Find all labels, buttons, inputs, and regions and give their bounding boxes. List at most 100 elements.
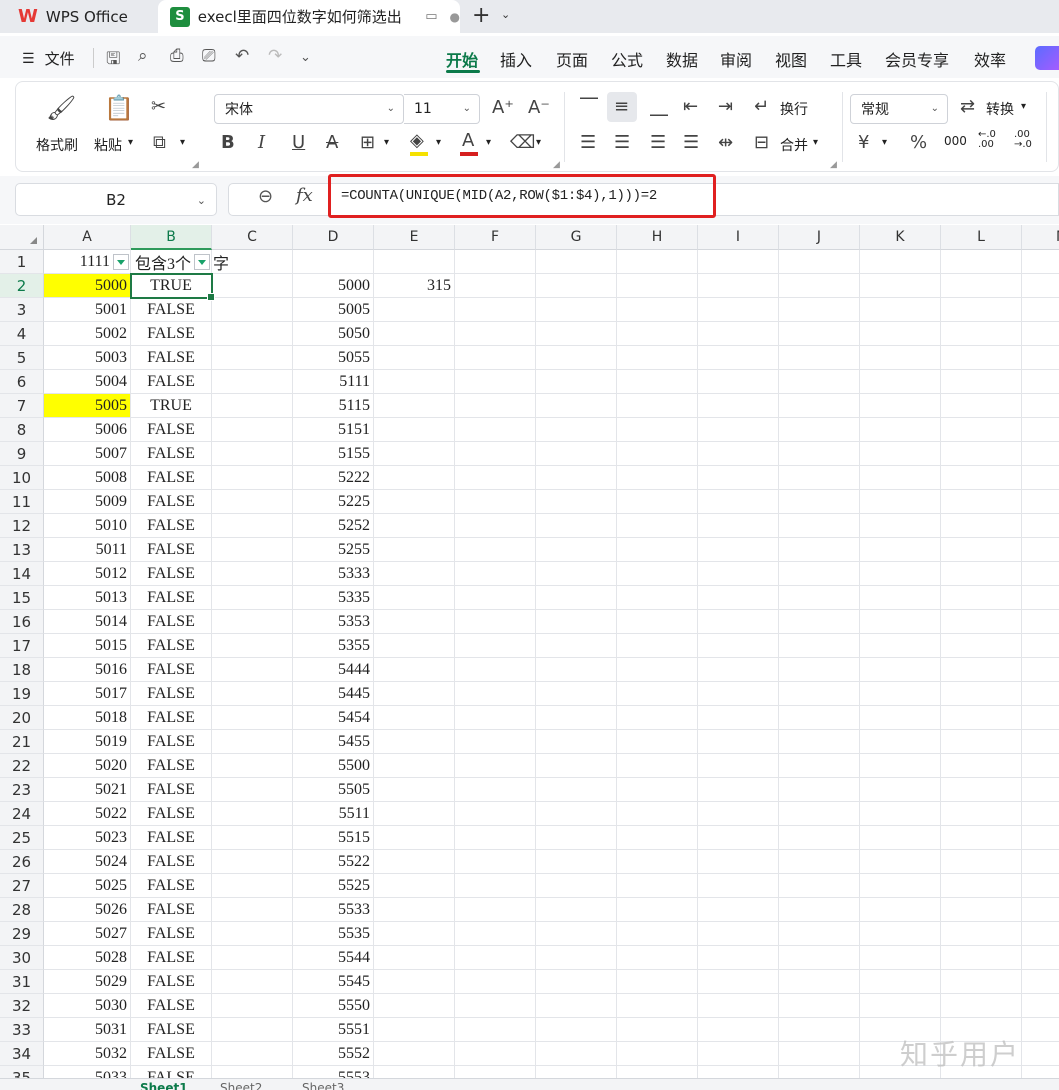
cell-d9[interactable]: 5155: [293, 442, 374, 466]
cell-i32[interactable]: [698, 994, 779, 1018]
cell-g12[interactable]: [536, 514, 617, 538]
clear-format-icon[interactable]: ⌫: [510, 132, 535, 153]
cell-l29[interactable]: [941, 922, 1022, 946]
print-icon[interactable]: ⎙: [170, 46, 184, 66]
cell-m15[interactable]: [1022, 586, 1059, 610]
cell-b24[interactable]: FALSE: [131, 802, 212, 826]
cell-i21[interactable]: [698, 730, 779, 754]
cell-a14[interactable]: 5012: [44, 562, 131, 586]
italic-icon[interactable]: I: [258, 132, 265, 153]
cell-f18[interactable]: [455, 658, 536, 682]
decrease-indent-icon[interactable]: ⇤: [683, 96, 698, 117]
cell-h7[interactable]: [617, 394, 698, 418]
cell-e4[interactable]: [374, 322, 455, 346]
cell-h3[interactable]: [617, 298, 698, 322]
cell-c14[interactable]: [212, 562, 293, 586]
cell-m11[interactable]: [1022, 490, 1059, 514]
cell-k17[interactable]: [860, 634, 941, 658]
cell-j24[interactable]: [779, 802, 860, 826]
cell-f28[interactable]: [455, 898, 536, 922]
cell-f2[interactable]: [455, 274, 536, 298]
cell-e28[interactable]: [374, 898, 455, 922]
cell-j12[interactable]: [779, 514, 860, 538]
cell-c17[interactable]: [212, 634, 293, 658]
row-header-4[interactable]: 4: [0, 322, 44, 346]
cell-l6[interactable]: [941, 370, 1022, 394]
cell-g5[interactable]: [536, 346, 617, 370]
cell-k4[interactable]: [860, 322, 941, 346]
cell-g11[interactable]: [536, 490, 617, 514]
cell-a31[interactable]: 5029: [44, 970, 131, 994]
cell-j13[interactable]: [779, 538, 860, 562]
cell-f10[interactable]: [455, 466, 536, 490]
tab-efficiency[interactable]: 效率: [974, 47, 1006, 71]
cell-k14[interactable]: [860, 562, 941, 586]
cell-f27[interactable]: [455, 874, 536, 898]
row-header-12[interactable]: 12: [0, 514, 44, 538]
row-header-13[interactable]: 13: [0, 538, 44, 562]
cell-j5[interactable]: [779, 346, 860, 370]
row-header-1[interactable]: 1: [0, 250, 44, 274]
cell-h10[interactable]: [617, 466, 698, 490]
cell-g19[interactable]: [536, 682, 617, 706]
cell-a21[interactable]: 5019: [44, 730, 131, 754]
cell-d21[interactable]: 5455: [293, 730, 374, 754]
cell-c19[interactable]: [212, 682, 293, 706]
cell-e24[interactable]: [374, 802, 455, 826]
cell-g15[interactable]: [536, 586, 617, 610]
cell-k22[interactable]: [860, 754, 941, 778]
row-header-30[interactable]: 30: [0, 946, 44, 970]
cell-m30[interactable]: [1022, 946, 1059, 970]
cell-m27[interactable]: [1022, 874, 1059, 898]
cell-a19[interactable]: 5017: [44, 682, 131, 706]
align-center-icon[interactable]: ☰: [614, 132, 630, 153]
cell-d29[interactable]: 5535: [293, 922, 374, 946]
cell-c26[interactable]: [212, 850, 293, 874]
cell-g18[interactable]: [536, 658, 617, 682]
cell-j8[interactable]: [779, 418, 860, 442]
cell-e25[interactable]: [374, 826, 455, 850]
cell-e23[interactable]: [374, 778, 455, 802]
cell-m1[interactable]: [1022, 250, 1059, 274]
cell-j16[interactable]: [779, 610, 860, 634]
copy-icon[interactable]: ⧉: [153, 132, 166, 153]
cell-a27[interactable]: 5025: [44, 874, 131, 898]
sheet-tab-1[interactable]: Sheet1: [140, 1081, 188, 1090]
row-header-25[interactable]: 25: [0, 826, 44, 850]
cell-j7[interactable]: [779, 394, 860, 418]
cell-f11[interactable]: [455, 490, 536, 514]
cell-m14[interactable]: [1022, 562, 1059, 586]
tab-formula[interactable]: 公式: [611, 47, 643, 71]
cell-f19[interactable]: [455, 682, 536, 706]
row-header-27[interactable]: 27: [0, 874, 44, 898]
align-bottom-icon[interactable]: ⎽: [650, 96, 668, 117]
cell-m13[interactable]: [1022, 538, 1059, 562]
cell-f25[interactable]: [455, 826, 536, 850]
cell-i12[interactable]: [698, 514, 779, 538]
decrease-decimal-icon[interactable]: .00 →.0: [1014, 130, 1032, 150]
cell-a18[interactable]: 5016: [44, 658, 131, 682]
cell-f1[interactable]: [455, 250, 536, 274]
cell-m29[interactable]: [1022, 922, 1059, 946]
cell-h34[interactable]: [617, 1042, 698, 1066]
cell-c25[interactable]: [212, 826, 293, 850]
cell-j28[interactable]: [779, 898, 860, 922]
cell-e29[interactable]: [374, 922, 455, 946]
cell-b14[interactable]: FALSE: [131, 562, 212, 586]
cell-k24[interactable]: [860, 802, 941, 826]
cell-k28[interactable]: [860, 898, 941, 922]
column-header-a[interactable]: A: [44, 225, 131, 250]
cell-k2[interactable]: [860, 274, 941, 298]
tab-home[interactable]: 开始: [446, 47, 478, 71]
row-header-7[interactable]: 7: [0, 394, 44, 418]
cell-a26[interactable]: 5024: [44, 850, 131, 874]
cell-k16[interactable]: [860, 610, 941, 634]
select-all-corner[interactable]: [0, 225, 44, 250]
cell-a3[interactable]: 5001: [44, 298, 131, 322]
cell-m6[interactable]: [1022, 370, 1059, 394]
new-tab-plus-icon[interactable]: +: [472, 3, 490, 28]
cell-e17[interactable]: [374, 634, 455, 658]
cell-j14[interactable]: [779, 562, 860, 586]
cell-d27[interactable]: 5525: [293, 874, 374, 898]
cell-i3[interactable]: [698, 298, 779, 322]
